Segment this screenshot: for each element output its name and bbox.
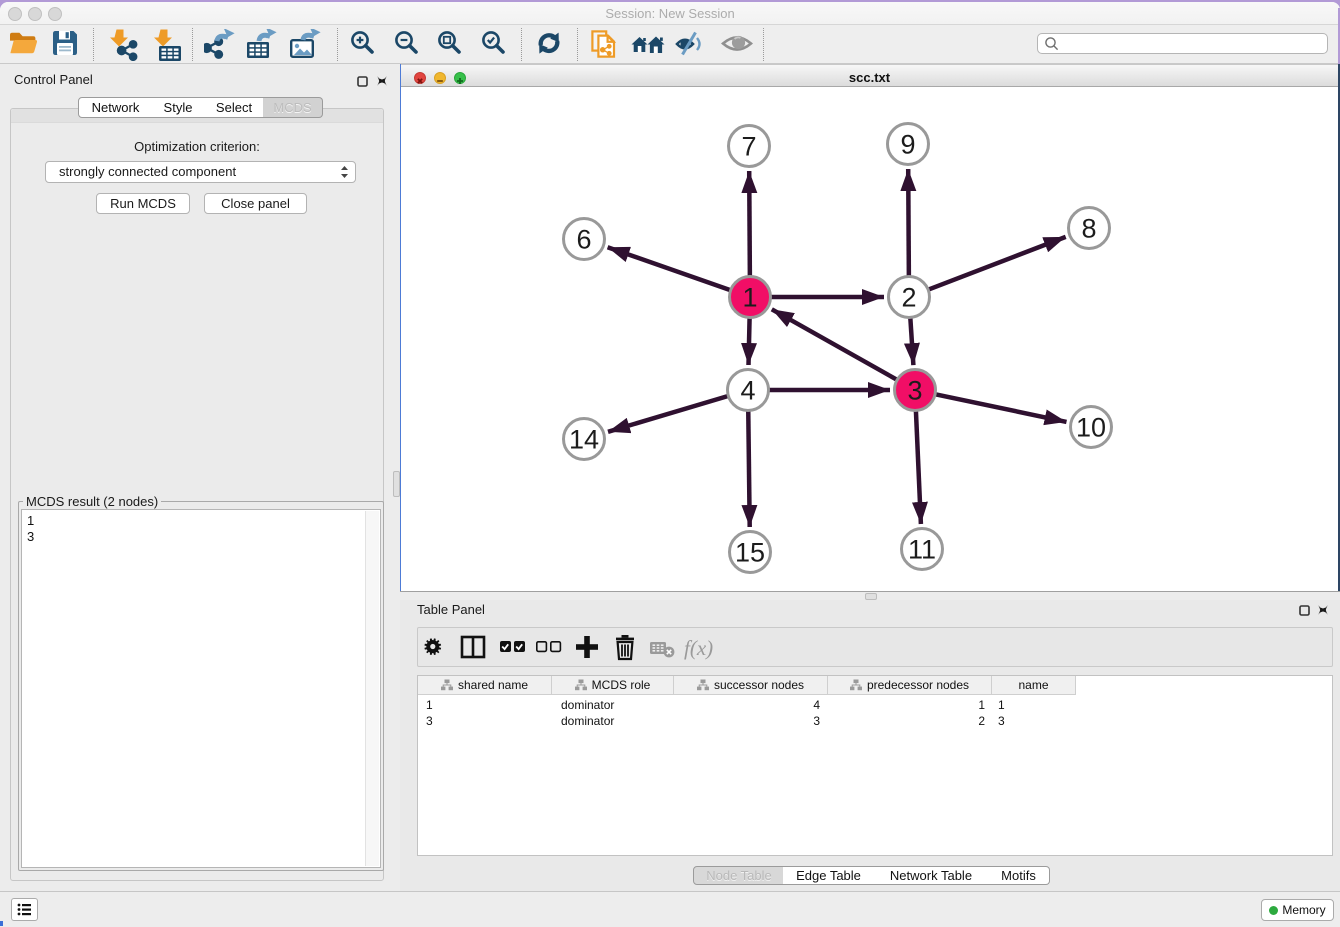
- svg-text:7: 7: [741, 132, 756, 162]
- svg-text:1: 1: [742, 283, 757, 313]
- svg-text:9: 9: [900, 130, 915, 160]
- svg-text:10: 10: [1076, 413, 1106, 443]
- svg-text:2: 2: [901, 283, 916, 313]
- svg-text:15: 15: [735, 538, 765, 568]
- svg-text:4: 4: [740, 376, 755, 406]
- svg-text:14: 14: [569, 425, 599, 455]
- svg-text:f(x): f(x): [684, 636, 713, 660]
- svg-text:6: 6: [576, 225, 591, 255]
- svg-text:11: 11: [908, 535, 936, 565]
- svg-text:3: 3: [907, 376, 922, 406]
- svg-text:8: 8: [1081, 214, 1096, 244]
